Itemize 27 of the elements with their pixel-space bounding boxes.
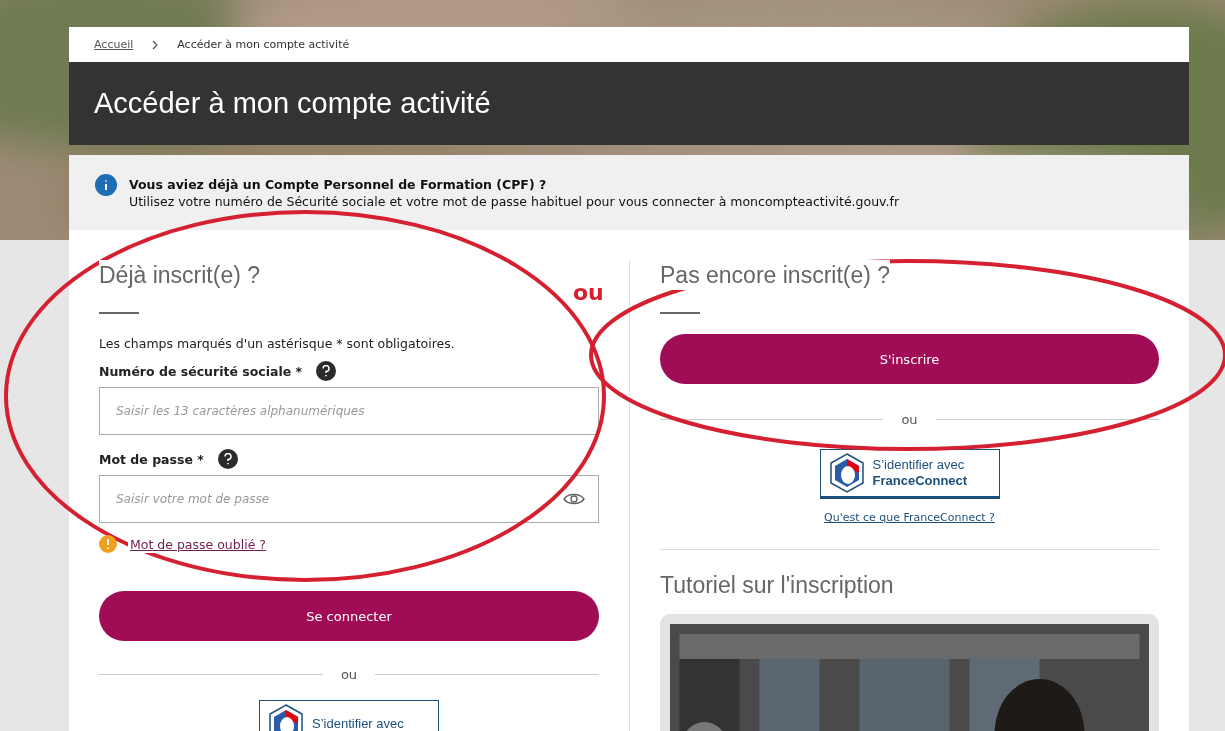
info-text: Utilisez votre numéro de Sécurité sociale et votre mot de passe habituel pour vous connecter à moncompteactivité.gouv.fr [129,193,900,209]
login-button[interactable]: Se connecter [99,591,599,641]
page-title: Accéder à mon compte activité [94,87,491,120]
franceconnect-logo-icon [828,453,865,493]
franceconnect-help-link[interactable]: Qu'est ce que FranceConnect ? [824,511,995,524]
input-field[interactable]: Saisir les 13 caractères alphanumériques [99,387,599,435]
signup-button[interactable]: S'inscrire [660,334,1159,384]
breadcrumb-current: Accéder à mon compte activité [177,38,350,51]
separator-text: ou [340,667,358,682]
help-icon[interactable] [217,449,238,469]
info-title: Vous aviez déjà un Compte Personnel de Formation (CPF) ? [129,176,548,192]
required-note: Les champs marqués d'un astérisque * sont obligatoires. [99,336,456,351]
field-label: Numéro de sécurité sociale * [99,363,303,379]
info-icon [95,174,117,196]
section-title: Déjà inscrit(e) ? [99,260,261,290]
franceconnect-button[interactable]: S’identifier avec FranceConnect [819,449,1000,499]
annotation-text: ou [573,280,604,305]
input-field[interactable]: Saisir votre mot de passe [99,475,599,523]
chevron-right-icon [151,39,160,50]
separator-text: ou [901,412,918,427]
franceconnect-button[interactable]: S’identifier avec [259,700,439,731]
eye-icon[interactable] [563,492,585,506]
warning-icon [99,535,117,553]
section-title: Pas encore inscrit(e) ? [660,260,891,290]
breadcrumb-link[interactable]: Accueil [94,38,134,51]
field-label: Mot de passe * [99,451,204,467]
help-icon[interactable] [316,361,337,381]
